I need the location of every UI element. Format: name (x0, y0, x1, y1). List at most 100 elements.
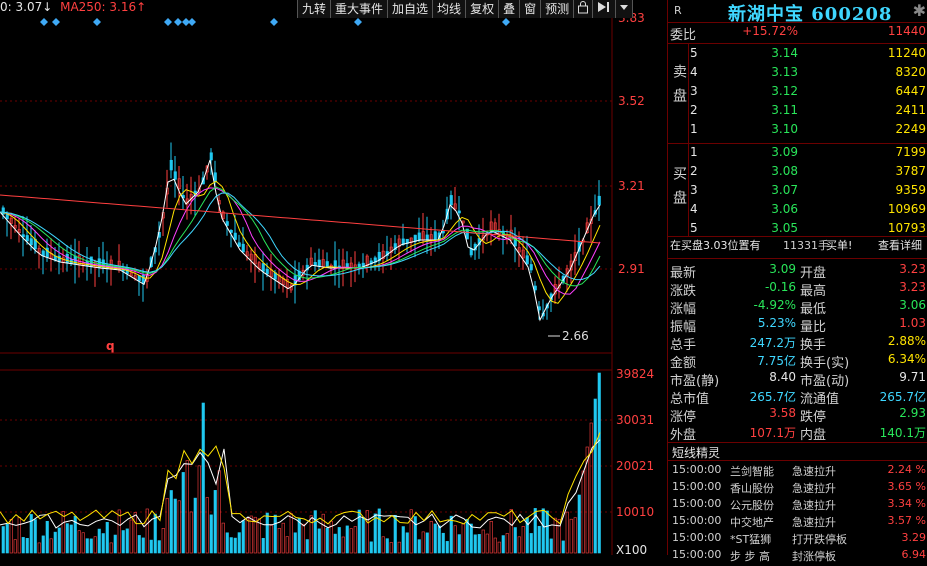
spirit-event: 打开跌停板 (792, 533, 847, 546)
spirit-event: 急速拉升 (792, 482, 836, 495)
ma-line (0, 159, 601, 322)
volume-bar (445, 541, 449, 554)
volume-bar (453, 525, 457, 554)
stat-value-left: 5.23% (757, 316, 796, 330)
candle-body (597, 195, 601, 206)
volume-bar (1, 526, 5, 554)
buy-volume: 7199 (895, 145, 926, 159)
sell-row[interactable]: 4 3.13 8320 (668, 65, 927, 83)
notice-prefix: 在买盘3.03位置有 (670, 239, 761, 252)
ma-line (0, 194, 601, 244)
stat-label-left: 总市值 (670, 392, 710, 407)
volume-bar (549, 538, 553, 554)
ma-line (0, 180, 601, 304)
buy-row[interactable]: 4 3.06 10969 (668, 202, 927, 220)
weibi-pct: +15.72% (742, 24, 798, 38)
sell-price: 3.13 (771, 65, 798, 79)
sell-price: 3.10 (771, 122, 798, 136)
toolbar-major-events-button[interactable]: 重大事件 (331, 0, 389, 18)
candle-body (209, 152, 213, 161)
volume-bar (269, 525, 273, 554)
toolbar-jiuzhuan-button[interactable]: 九转 (298, 0, 332, 18)
volume-bar (161, 528, 165, 554)
spirit-item[interactable]: 15:00:00 步 步 高封涨停板 6.94 (668, 548, 927, 566)
sell-row[interactable]: 2 3.11 2411 (668, 103, 927, 121)
toolbar-window-button[interactable]: 窗 (520, 0, 542, 18)
volume-bar (273, 514, 277, 554)
candle-body (225, 221, 229, 226)
toolbar-overlay-button[interactable]: 叠 (499, 0, 521, 18)
volume-bar (133, 512, 137, 554)
stock-code: 600208 (811, 4, 893, 25)
candle-body (457, 210, 461, 214)
spirit-event: 急速拉升 (792, 499, 836, 512)
buy-price: 3.06 (771, 202, 798, 216)
dropdown-icon[interactable] (616, 0, 634, 18)
stat-label-left: 最新 (670, 266, 697, 281)
volume-bar (333, 533, 337, 554)
sell-row[interactable]: 1 3.10 2249 (668, 122, 927, 140)
kline-chart-area[interactable]: 3.83 3.52 3.21 2.91 39824 30031 20021 10010 X100… (0, 0, 667, 555)
gear-icon[interactable]: ✱ (913, 1, 926, 20)
buy-row[interactable]: 2 3.08 3787 (668, 164, 927, 182)
volume-bar (481, 529, 485, 554)
candle-body (265, 268, 269, 275)
stat-value-right: 2.93 (899, 406, 926, 420)
volume-bar (201, 402, 205, 554)
price-axis-label: 2.91 (618, 262, 645, 276)
spirit-item[interactable]: 15:00:00 兰剑智能 急速拉升 2.24 % (668, 463, 927, 481)
stat-value-left: 265.7亿 (749, 390, 796, 404)
volume-bar (241, 520, 245, 554)
event-flag-icon (502, 18, 510, 26)
volume-bar (53, 531, 57, 554)
stat-label-left: 市盈(静) (670, 374, 720, 389)
stat-value-left: -4.92% (753, 298, 796, 312)
volume-axis-label: 20021 (616, 459, 654, 473)
volume-bar (385, 538, 389, 554)
q-marker: q (106, 339, 115, 353)
event-flag-icon (188, 18, 196, 26)
volume-bar (593, 398, 597, 554)
candle-body (65, 253, 69, 264)
volume-bar (169, 490, 173, 554)
sell-level: 1 (690, 122, 698, 136)
play-step-icon[interactable] (593, 0, 617, 18)
volume-bar (437, 525, 441, 554)
stat-row: 涨停 3.58 跌停 2.93 (668, 406, 927, 425)
weibi-label: 委比 (670, 28, 697, 43)
stat-value-left: 107.1万 (749, 426, 796, 440)
volume-bar (505, 533, 509, 554)
volume-bar (225, 532, 229, 554)
buy-row[interactable]: 3 3.07 9359 (668, 183, 927, 201)
volume-bar (365, 510, 369, 554)
spirit-item[interactable]: 15:00:00 公元股份 急速拉升 3.34 % (668, 497, 927, 515)
sell-level: 4 (690, 65, 698, 79)
volume-bar (61, 511, 65, 554)
spirit-time: 15:00:00 (672, 531, 722, 544)
sell-row[interactable]: 3 3.12 6447 (668, 84, 927, 102)
buy-row[interactable]: 1 3.09 7199 (668, 145, 927, 163)
notice-detail-link[interactable]: 查看详细 (878, 237, 922, 253)
spirit-pct: 3.34 % (887, 497, 926, 510)
lock-icon[interactable] (574, 0, 594, 18)
panel-header: R 新湖中宝 600208 ✱ (668, 0, 927, 25)
candle-body (141, 274, 145, 284)
sell-row[interactable]: 5 3.14 11240 (668, 46, 927, 64)
toolbar-add-watchlist-button[interactable]: 加自选 (388, 0, 434, 18)
spirit-stock: 公元股份 (730, 499, 774, 512)
stat-value-left: 7.75亿 (757, 354, 796, 368)
buy-level: 1 (690, 145, 698, 159)
toolbar-adjust-button[interactable]: 复权 (466, 0, 500, 18)
toolbar-ma-button[interactable]: 均线 (433, 0, 467, 18)
volume-bar (165, 498, 169, 554)
volume-bar (497, 541, 501, 554)
spirit-item[interactable]: 15:00:00 *ST猛狮 打开跌停板 3.29 (668, 531, 927, 549)
kline-chart[interactable]: 3.833.523.212.9139824300312002110010X100… (0, 0, 667, 555)
volume-bar (21, 537, 25, 554)
spirit-item[interactable]: 15:00:00 香山股份 急速拉升 3.65 % (668, 480, 927, 498)
spirit-item[interactable]: 15:00:00 中交地产 急速拉升 3.57 % (668, 514, 927, 532)
weibi-value: 11440 (887, 24, 926, 38)
toolbar-forecast-button[interactable]: 预测 (541, 0, 575, 18)
volume-bar (89, 538, 93, 554)
spirit-stock: 中交地产 (730, 516, 774, 529)
